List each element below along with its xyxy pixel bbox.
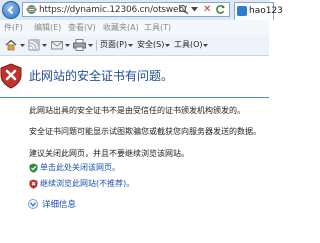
- address-bar-row: https://dynamic.12306.cn/otsweb/ ✕ hao12…: [0, 0, 283, 20]
- print-dropdown-icon[interactable]: [88, 39, 93, 51]
- error-shield-icon: [0, 63, 22, 89]
- command-bar: 页面(P) 安全(S) 工具(O): [0, 36, 269, 56]
- menu-tools[interactable]: 工具(T): [144, 22, 171, 34]
- page-menu-button[interactable]: 页面(P): [100, 39, 127, 51]
- refresh-icon[interactable]: [215, 4, 226, 15]
- ie-page-icon: [26, 5, 37, 14]
- menu-file[interactable]: 件(F): [4, 22, 23, 34]
- cert-problem-text: 安全证书问题可能显示试图欺骗您或截获您向服务器发送的数据。: [29, 127, 261, 136]
- chevron-down-icon[interactable]: [191, 7, 198, 12]
- tab-favicon-icon: [237, 6, 247, 16]
- continue-website-link[interactable]: 继续浏览此网站(不推荐)。: [40, 178, 134, 189]
- menu-edit[interactable]: 编辑(E): [34, 22, 61, 34]
- chevron-down-icon[interactable]: [165, 39, 170, 51]
- menu-view[interactable]: 查看(V): [68, 22, 96, 34]
- chevron-down-icon[interactable]: [128, 39, 133, 51]
- more-information-link[interactable]: 详细信息: [42, 199, 76, 211]
- tab-hao123[interactable]: hao123: [234, 2, 283, 20]
- recommendation-text: 建议关闭此网页，并且不要继续浏览该网站。: [29, 149, 189, 158]
- title-divider: [0, 97, 269, 98]
- page-title: 此网站的安全证书有问题。: [29, 69, 174, 83]
- tab-label: hao123: [249, 6, 283, 16]
- feeds-icon[interactable]: [28, 39, 40, 51]
- url-text: https://dynamic.12306.cn/otsweb/: [39, 5, 187, 15]
- address-field[interactable]: https://dynamic.12306.cn/otsweb/ ✕: [22, 2, 230, 17]
- back-arrow-icon: [7, 5, 14, 15]
- safe-shield-icon: [29, 163, 38, 173]
- safety-menu-button[interactable]: 安全(S): [137, 39, 164, 51]
- tools-menu-button[interactable]: 工具(O): [174, 39, 203, 51]
- stop-icon[interactable]: ✕: [203, 4, 211, 15]
- search-icon[interactable]: [178, 4, 189, 15]
- menu-bar: 件(F) 编辑(E) 查看(V) 收藏夹(A) 工具(T): [0, 20, 269, 36]
- chevron-down-icon: [30, 202, 36, 207]
- mail-dropdown-icon[interactable]: [65, 39, 70, 51]
- mail-icon[interactable]: [51, 39, 63, 51]
- menu-favorites[interactable]: 收藏夹(A): [103, 22, 139, 34]
- chevron-down-icon[interactable]: [203, 39, 208, 51]
- toolbar-divider: [96, 40, 97, 51]
- expand-details-icon[interactable]: [28, 199, 38, 209]
- warning-shield-icon: [29, 179, 38, 189]
- feeds-dropdown-icon[interactable]: [42, 39, 47, 51]
- cert-untrusted-text: 此网站出具的安全证书不是由受信任的证书颁发机构颁发的。: [29, 106, 245, 115]
- print-icon[interactable]: [73, 39, 86, 51]
- home-icon[interactable]: [5, 39, 17, 51]
- home-dropdown-icon[interactable]: [20, 39, 25, 51]
- back-button[interactable]: [2, 1, 20, 19]
- close-webpage-link[interactable]: 单击此处关闭该网页。: [40, 162, 120, 173]
